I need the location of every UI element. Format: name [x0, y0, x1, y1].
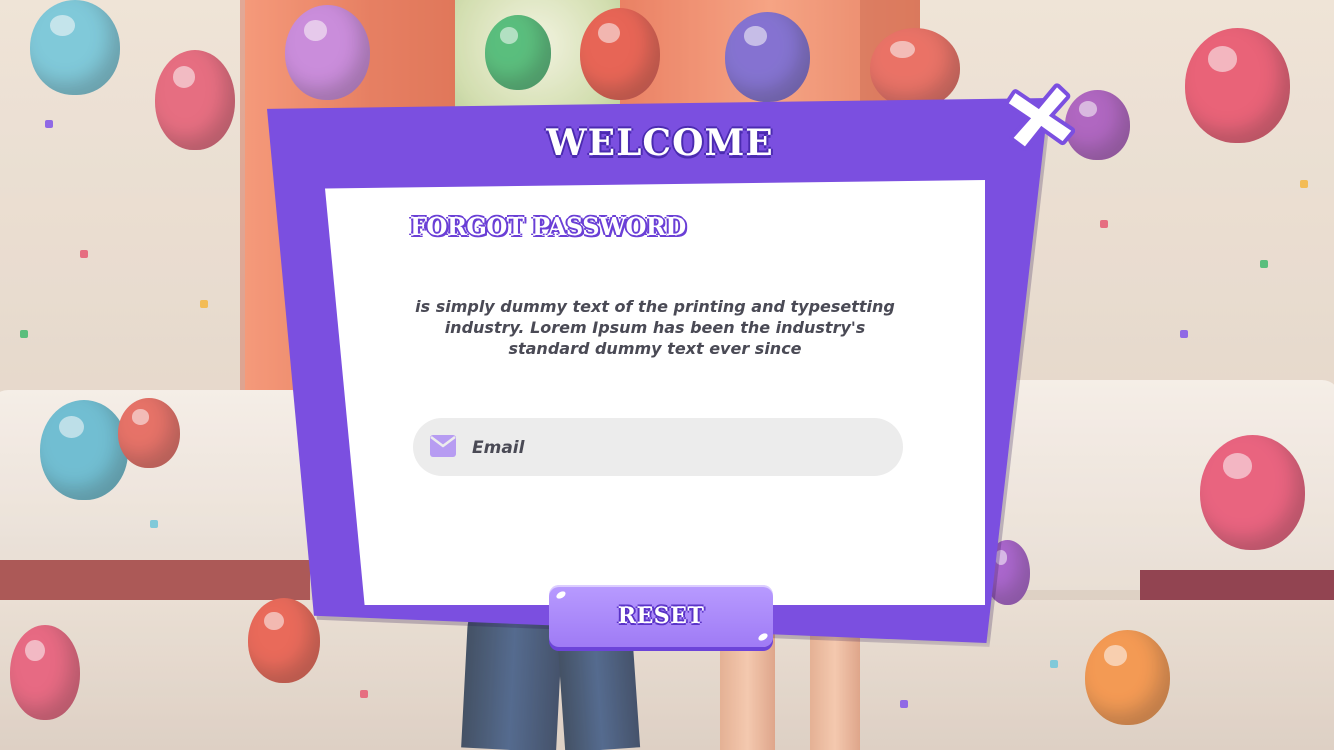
reset-button[interactable]: RESET	[549, 585, 773, 647]
envelope-icon	[430, 435, 456, 457]
email-input[interactable]	[470, 430, 874, 466]
reset-button-label: RESET	[617, 603, 705, 629]
dialog-title: WELCOME	[546, 122, 774, 164]
close-icon[interactable]	[1005, 82, 1075, 152]
forgot-password-heading: FORGOT PASSWORD	[410, 212, 686, 241]
dialog-panel	[325, 180, 985, 605]
description-text: is simply dummy text of the printing and…	[415, 297, 895, 358]
